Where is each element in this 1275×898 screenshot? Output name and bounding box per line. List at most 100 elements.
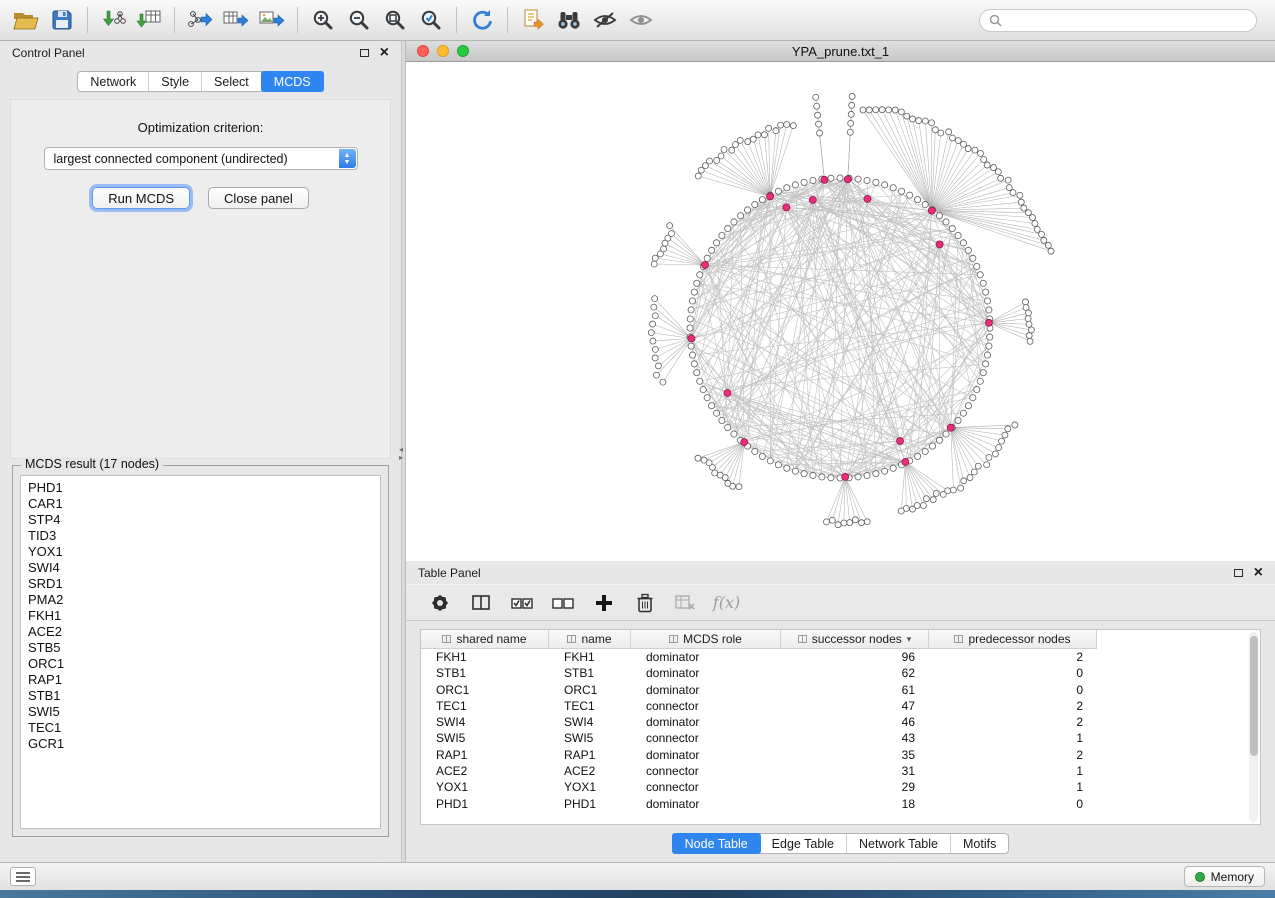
table-cell: 18 xyxy=(781,796,929,812)
copy-document-button[interactable] xyxy=(515,4,551,36)
table-row[interactable]: YOX1YOX1connector291 xyxy=(421,779,1260,795)
export-image-button[interactable] xyxy=(254,4,290,36)
table-row[interactable]: FKH1FKH1dominator962 xyxy=(421,649,1260,665)
export-table-button[interactable] xyxy=(218,4,254,36)
search-network-button[interactable] xyxy=(551,4,587,36)
open-file-button[interactable] xyxy=(8,4,44,36)
eye-slash-icon xyxy=(593,11,617,29)
table-row[interactable]: TEC1TEC1connector472 xyxy=(421,698,1260,714)
column-header-MCDS-role[interactable]: MCDS role xyxy=(631,630,781,648)
network-canvas[interactable] xyxy=(406,62,1275,561)
deselect-all-button[interactable] xyxy=(549,589,576,616)
mcds-result-item[interactable]: ORC1 xyxy=(28,656,380,672)
table-tab-network-table[interactable]: Network Table xyxy=(847,834,951,853)
mcds-result-item[interactable]: SRD1 xyxy=(28,576,380,592)
table-row[interactable]: ACE2ACE2connector311 xyxy=(421,763,1260,779)
network-graph[interactable] xyxy=(406,62,1275,561)
zoom-selected-button[interactable] xyxy=(413,4,449,36)
close-window-icon[interactable] xyxy=(417,45,429,57)
main-toolbar xyxy=(0,0,1275,41)
splitter-collapse-icons[interactable]: ◂▸ xyxy=(399,446,403,462)
column-header-shared-name[interactable]: shared name xyxy=(421,630,549,648)
network-view-window: YPA_prune.txt_1 xyxy=(406,41,1275,561)
close-table-panel-icon[interactable]: × xyxy=(1254,568,1263,578)
tab-network[interactable]: Network xyxy=(78,72,149,91)
zoom-out-button[interactable] xyxy=(341,4,377,36)
table-row[interactable]: STB1STB1dominator620 xyxy=(421,665,1260,681)
mcds-result-item[interactable]: SWI4 xyxy=(28,560,380,576)
tab-mcds[interactable]: MCDS xyxy=(261,71,324,92)
network-window-titlebar[interactable]: YPA_prune.txt_1 xyxy=(406,41,1275,62)
float-table-panel-icon[interactable] xyxy=(1234,569,1243,577)
scrollbar-thumb[interactable] xyxy=(1250,636,1258,756)
mcds-result-item[interactable]: STP4 xyxy=(28,512,380,528)
mcds-result-item[interactable]: TEC1 xyxy=(28,720,380,736)
zoom-in-button[interactable] xyxy=(305,4,341,36)
table-row[interactable]: RAP1RAP1dominator352 xyxy=(421,747,1260,763)
table-tab-motifs[interactable]: Motifs xyxy=(951,834,1008,853)
mcds-result-item[interactable]: YOX1 xyxy=(28,544,380,560)
open-folder-icon xyxy=(13,9,39,31)
sort-chevron-icon[interactable]: ▾ xyxy=(907,634,912,645)
table-cell: 62 xyxy=(781,665,929,681)
run-mcds-button[interactable]: Run MCDS xyxy=(92,187,190,209)
mcds-result-item[interactable]: GCR1 xyxy=(28,736,380,752)
minimize-window-icon[interactable] xyxy=(437,45,449,57)
application-window: Control Panel × NetworkStyleSelectMCDS O… xyxy=(0,0,1275,890)
refresh-layout-button[interactable] xyxy=(464,4,500,36)
table-row[interactable]: SWI4SWI4dominator462 xyxy=(421,714,1260,730)
mcds-result-item[interactable]: STB5 xyxy=(28,640,380,656)
mcds-result-item[interactable]: PHD1 xyxy=(28,480,380,496)
toolbar-separator xyxy=(87,7,88,33)
mcds-result-item[interactable]: SWI5 xyxy=(28,704,380,720)
column-header-successor-nodes[interactable]: successor nodes▾ xyxy=(781,630,929,648)
mcds-result-item[interactable]: FKH1 xyxy=(28,608,380,624)
column-manager-button[interactable] xyxy=(467,589,494,616)
delete-column-button[interactable] xyxy=(631,589,658,616)
column-header-name[interactable]: name xyxy=(549,630,631,648)
table-tab-node-table[interactable]: Node Table xyxy=(672,833,761,854)
maximize-window-icon[interactable] xyxy=(457,45,469,57)
import-network-icon xyxy=(100,8,126,32)
memory-button[interactable]: Memory xyxy=(1184,866,1265,887)
show-details-button[interactable] xyxy=(623,4,659,36)
table-row[interactable]: SWI5SWI5connector431 xyxy=(421,730,1260,746)
table-cell: dominator xyxy=(631,649,781,665)
add-column-button[interactable] xyxy=(590,589,617,616)
close-panel-icon[interactable]: × xyxy=(380,48,389,58)
toolbar-separator xyxy=(297,7,298,33)
import-network-button[interactable] xyxy=(95,4,131,36)
show-panels-button[interactable] xyxy=(10,867,36,886)
column-header-predecessor-nodes[interactable]: predecessor nodes xyxy=(929,630,1097,648)
zoom-in-icon xyxy=(311,8,335,32)
table-cell: SWI4 xyxy=(549,714,631,730)
table-row[interactable]: PHD1PHD1dominator180 xyxy=(421,796,1260,812)
optimization-criterion-select[interactable]: largest connected component (undirected)… xyxy=(44,147,358,170)
mcds-result-item[interactable]: RAP1 xyxy=(28,672,380,688)
export-network-button[interactable] xyxy=(182,4,218,36)
select-all-button[interactable] xyxy=(508,589,535,616)
hide-details-button[interactable] xyxy=(587,4,623,36)
import-table-button[interactable] xyxy=(131,4,167,36)
mcds-result-list[interactable]: PHD1CAR1STP4TID3YOX1SWI4SRD1PMA2FKH1ACE2… xyxy=(20,475,381,829)
combo-stepper-icon[interactable]: ▲▼ xyxy=(339,149,356,168)
save-session-button[interactable] xyxy=(44,4,80,36)
table-cell: 35 xyxy=(781,747,929,763)
mcds-result-item[interactable]: STB1 xyxy=(28,688,380,704)
table-settings-button[interactable] xyxy=(426,589,453,616)
search-field[interactable] xyxy=(979,9,1257,32)
zoom-fit-button[interactable] xyxy=(377,4,413,36)
search-input[interactable] xyxy=(1007,13,1247,27)
trash-icon xyxy=(636,593,654,613)
mcds-result-item[interactable]: PMA2 xyxy=(28,592,380,608)
mcds-result-item[interactable]: TID3 xyxy=(28,528,380,544)
mcds-result-item[interactable]: ACE2 xyxy=(28,624,380,640)
mcds-result-item[interactable]: CAR1 xyxy=(28,496,380,512)
tab-select[interactable]: Select xyxy=(202,72,262,91)
close-panel-button[interactable]: Close panel xyxy=(208,187,309,209)
table-tab-edge-table[interactable]: Edge Table xyxy=(760,834,847,853)
table-scrollbar[interactable] xyxy=(1249,632,1258,822)
tab-style[interactable]: Style xyxy=(149,72,202,91)
table-row[interactable]: ORC1ORC1dominator610 xyxy=(421,682,1260,698)
float-panel-icon[interactable] xyxy=(360,49,369,57)
